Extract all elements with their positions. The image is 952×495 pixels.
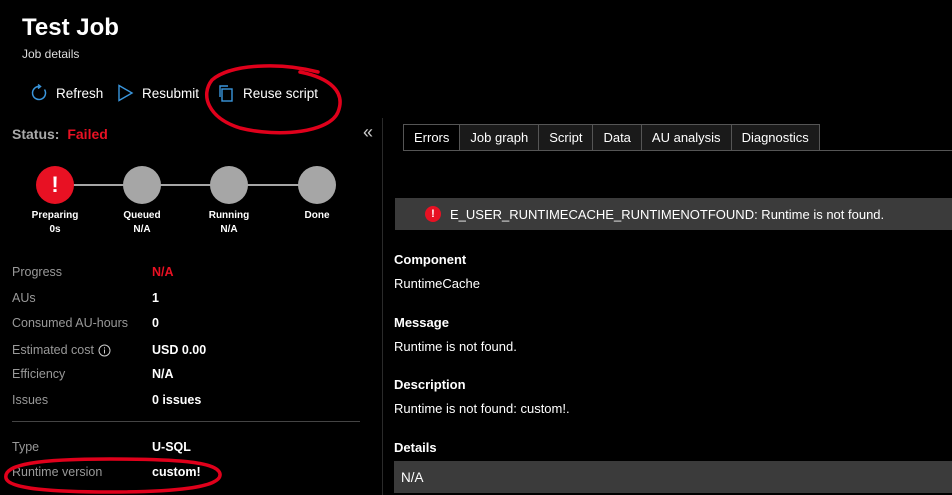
error-step-icon: ! [36,166,74,204]
tab-job-graph[interactable]: Job graph [459,124,539,151]
error-banner: ! E_USER_RUNTIMECACHE_RUNTIMENOTFOUND: R… [395,198,952,230]
estimated-cost-value: USD 0.00 [152,343,207,357]
job-header: Test Job Job details Refresh Resubmit Re… [0,0,952,118]
step-connector [56,184,318,186]
resubmit-icon [118,84,134,102]
component-heading: Component [394,252,467,267]
issues-value: 0 issues [152,393,202,407]
message-value: Runtime is not found. [394,339,517,354]
issues-label: Issues [12,393,49,407]
tab-underline [403,150,952,151]
au-hours-value: 0 [152,316,159,330]
description-value: Runtime is not found: custom!. [394,401,570,416]
done-step-circle [298,166,336,204]
tab-data[interactable]: Data [592,124,641,151]
job-summary-panel: Status: Failed « ! Preparing 0s Queued N/A… [0,118,382,495]
panel-divider [12,421,360,422]
error-message: E_USER_RUNTIMECACHE_RUNTIMENOTFOUND: Run… [450,206,885,222]
page-title: Test Job [22,14,119,41]
refresh-button[interactable]: Refresh [30,82,103,104]
page-subtitle: Job details [22,47,80,61]
details-value: N/A [394,461,952,493]
copy-icon [219,85,233,102]
efficiency-value: N/A [152,367,174,381]
progress-label: Progress [12,265,63,279]
error-icon: ! [425,206,441,222]
runtime-version-value: custom! [152,465,201,479]
refresh-label: Refresh [56,85,104,101]
estimated-cost-label: Estimated cost [12,343,111,357]
step-label-preparing: Preparing 0s [31,210,79,235]
component-value: RuntimeCache [394,276,480,291]
tab-diagnostics[interactable]: Diagnostics [730,124,820,151]
tab-errors[interactable]: Errors [403,124,460,151]
resubmit-button[interactable]: Resubmit [117,82,199,104]
aus-value: 1 [152,291,159,305]
progress-value: N/A [152,265,174,279]
runtime-version-label: Runtime version [12,465,103,479]
running-step-circle [210,166,248,204]
details-heading: Details [394,440,437,455]
step-label-done: Done [304,210,330,221]
type-label: Type [12,440,40,454]
description-heading: Description [394,377,466,392]
tab-script[interactable]: Script [538,124,593,151]
reuse-script-label: Reuse script [243,85,319,101]
refresh-icon [31,84,47,101]
step-label-queued: Queued N/A [123,210,161,235]
queued-step-circle [123,166,161,204]
type-value: U-SQL [152,440,191,454]
au-hours-label: Consumed AU-hours [12,316,129,330]
tab-au-analysis[interactable]: AU analysis [640,124,731,151]
status-row: Status: Failed [12,126,108,142]
tab-bar: Errors Job graph Script Data AU analysis… [403,124,820,151]
reuse-script-button[interactable]: Reuse script [217,82,318,104]
status-label: Status: [12,126,60,142]
aus-label: AUs [12,291,36,305]
collapse-icon[interactable]: « [363,122,373,143]
info-icon[interactable] [98,344,111,357]
efficiency-label: Efficiency [12,367,66,381]
step-label-running: Running N/A [208,210,250,235]
job-detail-panel: Errors Job graph Script Data AU analysis… [382,118,952,495]
resubmit-label: Resubmit [142,85,200,101]
message-heading: Message [394,315,449,330]
status-value: Failed [67,126,108,142]
